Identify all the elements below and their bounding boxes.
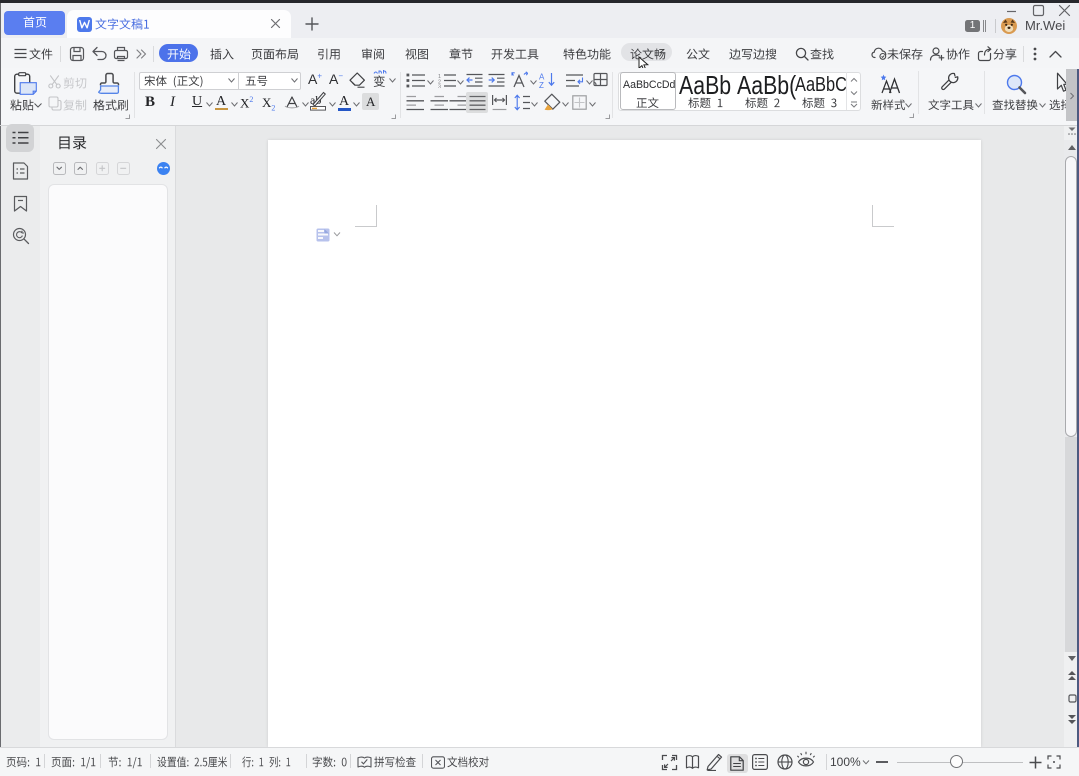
svg-text:Z: Z (539, 81, 544, 88)
svg-text:3: 3 (438, 84, 441, 88)
